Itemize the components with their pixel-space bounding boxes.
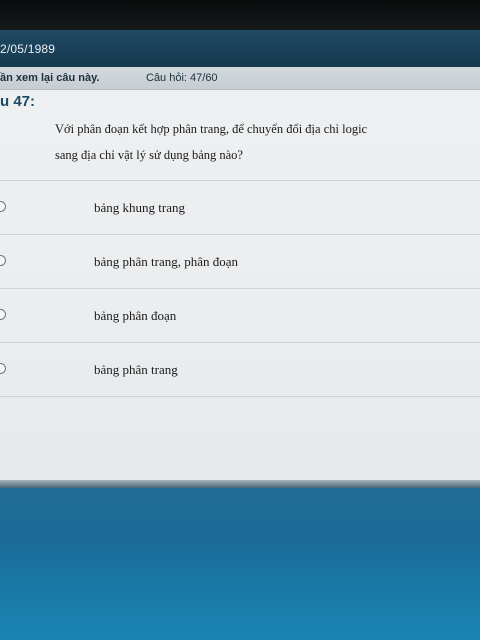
- question-text-line-1: Với phân đoạn kết hợp phân trang, để chu…: [55, 122, 368, 136]
- title-bar: 2/05/1989: [0, 30, 480, 67]
- info-bar: ần xem lại câu này. Câu hỏi: 47/60: [0, 67, 480, 90]
- answer-options: bảng khung trang bảng phân trang, phân đ…: [0, 180, 480, 397]
- radio-button-2[interactable]: [0, 255, 6, 266]
- answer-label-2[interactable]: bảng phân trang, phân đoạn: [94, 254, 238, 270]
- answer-option-1[interactable]: bảng khung trang: [0, 180, 480, 234]
- radio-button-3[interactable]: [0, 309, 6, 320]
- monitor-bezel-bottom: [0, 488, 480, 640]
- answer-label-4[interactable]: bảng phân trang: [94, 362, 178, 378]
- radio-button-4[interactable]: [0, 363, 6, 374]
- answer-option-3[interactable]: bảng phân đoạn: [0, 288, 480, 342]
- review-later-link[interactable]: ần xem lại câu này.: [0, 72, 99, 84]
- screen: 2/05/1989 ần xem lại câu này. Câu hỏi: 4…: [0, 30, 480, 480]
- question-counter: Câu hỏi: 47/60: [146, 72, 218, 84]
- answer-option-4[interactable]: bảng phân trang: [0, 342, 480, 397]
- question-text: Với phân đoạn kết hợp phân trang, để chu…: [55, 116, 475, 168]
- date-text: 2/05/1989: [0, 42, 56, 56]
- answer-option-2[interactable]: bảng phân trang, phân đoạn: [0, 234, 480, 288]
- screen-bottom-edge: [0, 480, 480, 488]
- answer-label-1[interactable]: bảng khung trang: [94, 200, 185, 216]
- answer-label-3[interactable]: bảng phân đoạn: [94, 308, 176, 324]
- question-text-line-2: sang địa chỉ vật lý sử dụng bảng nào?: [55, 148, 243, 162]
- question-number: u 47:: [0, 93, 36, 110]
- radio-button-1[interactable]: [0, 201, 6, 212]
